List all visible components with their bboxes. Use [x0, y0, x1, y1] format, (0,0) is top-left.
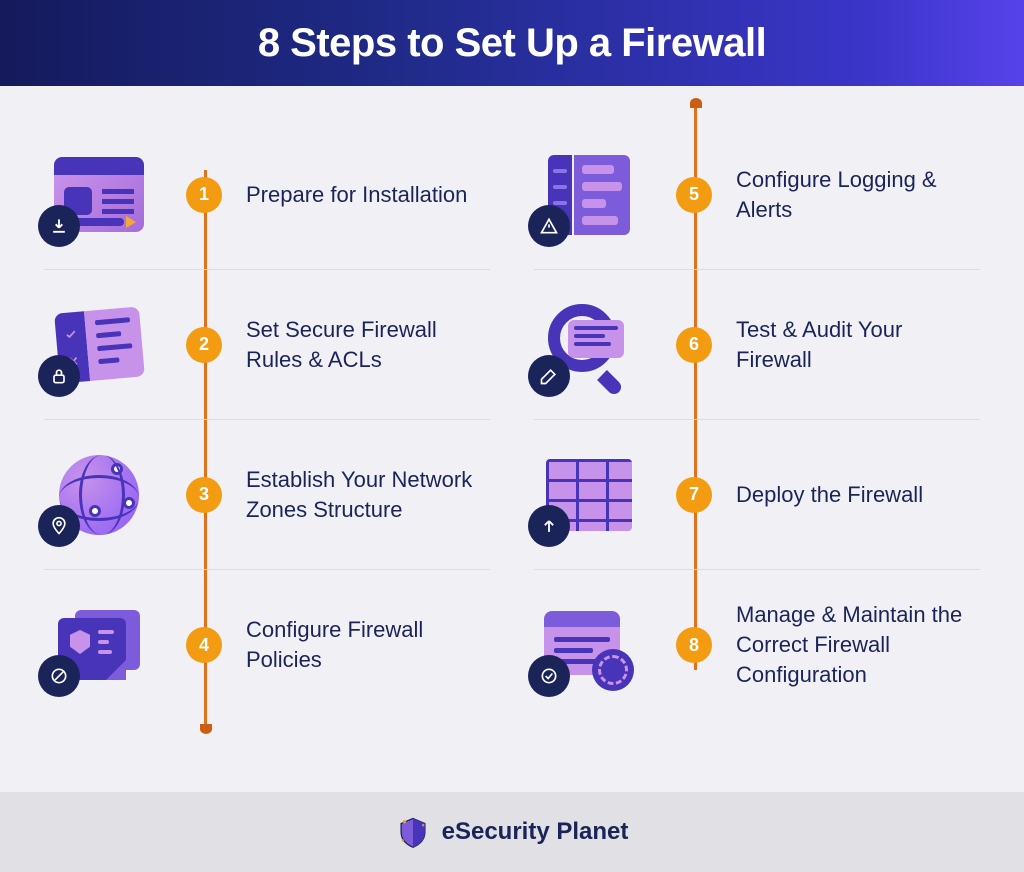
step-1-number: 1 — [186, 177, 222, 213]
step-3: 3 Establish Your Network Zones Structure — [44, 420, 490, 570]
no-entry-icon — [38, 655, 80, 697]
check-circle-icon — [528, 655, 570, 697]
step-6-number: 6 — [676, 327, 712, 363]
step-4-text: Configure Firewall Policies — [246, 615, 490, 674]
download-icon — [38, 205, 80, 247]
timeline-cap-right — [690, 98, 702, 108]
step-4-number: 4 — [186, 627, 222, 663]
page-title: 8 Steps to Set Up a Firewall — [258, 21, 766, 66]
step-6-illustration — [534, 295, 644, 395]
step-8-number: 8 — [676, 627, 712, 663]
step-7: 7 Deploy the Firewall — [534, 420, 980, 570]
footer-brand-text: eSecurity Planet — [442, 818, 629, 846]
step-1-text: Prepare for Installation — [246, 180, 490, 210]
step-8-text: Manage & Maintain the Correct Firewall C… — [736, 600, 980, 689]
step-2-number: 2 — [186, 327, 222, 363]
step-5-number: 5 — [676, 177, 712, 213]
arrow-up-icon — [528, 505, 570, 547]
pin-icon — [38, 505, 80, 547]
warning-icon — [528, 205, 570, 247]
step-7-text: Deploy the Firewall — [736, 480, 980, 510]
step-5: 5 Configure Logging & Alerts — [534, 120, 980, 270]
step-5-text: Configure Logging & Alerts — [736, 165, 980, 224]
step-1-illustration — [44, 145, 154, 245]
step-3-illustration — [44, 445, 154, 545]
step-3-number: 3 — [186, 477, 222, 513]
step-2-illustration — [44, 295, 154, 395]
steps-grid: 1 Prepare for Installation 2 Set Secure … — [0, 86, 1024, 740]
timeline-cap-left — [200, 724, 212, 734]
header-banner: 8 Steps to Set Up a Firewall — [0, 0, 1024, 86]
step-3-text: Establish Your Network Zones Structure — [246, 465, 490, 524]
lock-icon — [38, 355, 80, 397]
step-4: 4 Configure Firewall Policies — [44, 570, 490, 720]
step-2: 2 Set Secure Firewall Rules & ACLs — [44, 270, 490, 420]
column-steps-1-4: 1 Prepare for Installation 2 Set Secure … — [44, 120, 490, 720]
step-7-number: 7 — [676, 477, 712, 513]
step-1: 1 Prepare for Installation — [44, 120, 490, 270]
step-8-illustration — [534, 595, 644, 695]
step-7-illustration — [534, 445, 644, 545]
step-2-text: Set Secure Firewall Rules & ACLs — [246, 315, 490, 374]
footer: eSecurity Planet — [0, 792, 1024, 872]
step-6: 6 Test & Audit Your Firewall — [534, 270, 980, 420]
column-steps-5-8: 5 Configure Logging & Alerts 6 Test & Au… — [534, 120, 980, 720]
step-8: 8 Manage & Maintain the Correct Firewall… — [534, 570, 980, 720]
pencil-icon — [528, 355, 570, 397]
step-4-illustration — [44, 595, 154, 695]
shield-logo-icon — [396, 815, 430, 849]
step-6-text: Test & Audit Your Firewall — [736, 315, 980, 374]
step-5-illustration — [534, 145, 644, 245]
